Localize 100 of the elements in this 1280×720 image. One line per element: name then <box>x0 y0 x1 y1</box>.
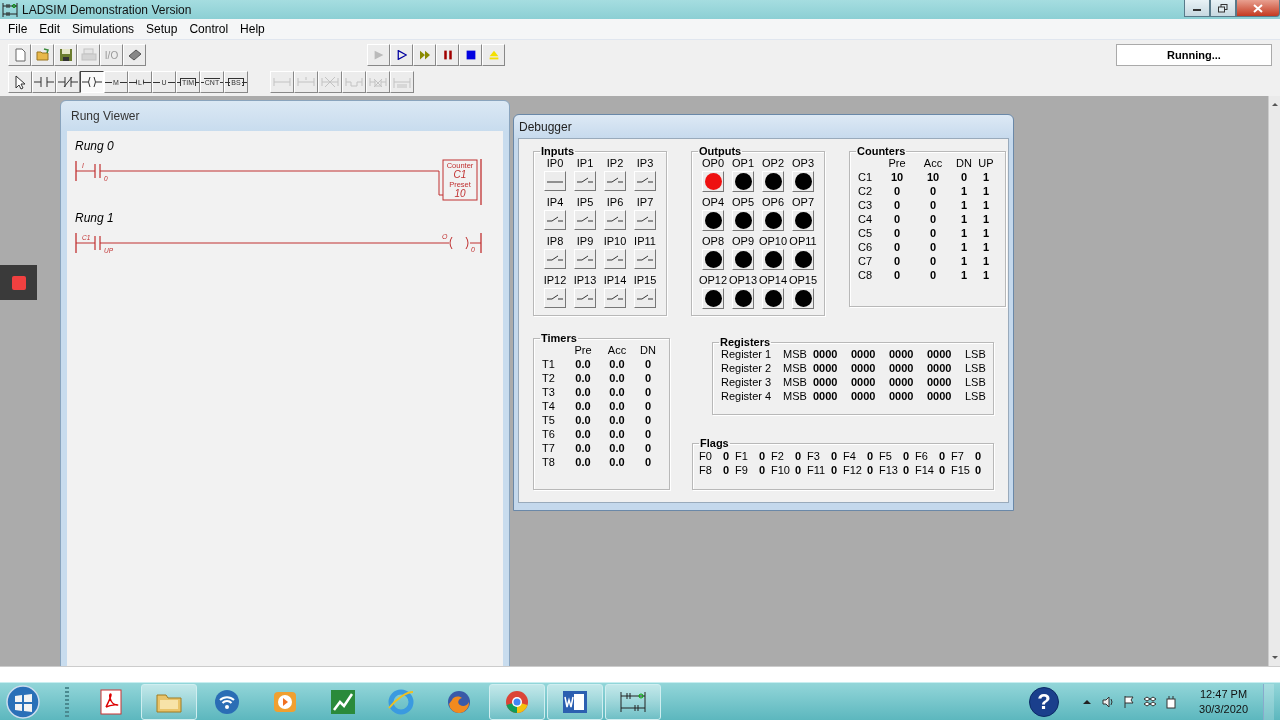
flag-label: F9 <box>735 464 749 476</box>
input-switch[interactable] <box>604 249 626 269</box>
row-label: C6 <box>857 241 874 253</box>
column-header: UP <box>978 157 994 169</box>
table-cell-text: 1 <box>981 185 991 197</box>
restore-button[interactable] <box>1210 0 1236 17</box>
table-cell-text: 0.0 <box>574 456 592 468</box>
table-cell-text: 0 <box>643 414 653 426</box>
input-switch[interactable] <box>634 171 656 191</box>
speaker-icon[interactable] <box>1101 694 1116 709</box>
input-switch[interactable] <box>574 171 596 191</box>
contact-tool-button[interactable] <box>32 71 56 93</box>
flag-value: 0 <box>795 464 803 476</box>
output-label: OP6 <box>762 196 784 209</box>
input-switch[interactable] <box>574 288 596 308</box>
input-switch[interactable] <box>634 288 656 308</box>
input-switch[interactable] <box>604 288 626 308</box>
input-switch[interactable] <box>604 171 626 191</box>
output-label: OP8 <box>702 235 724 248</box>
table-cell-text: 1 <box>959 227 969 239</box>
input-label: IP6 <box>606 196 624 209</box>
input-switch[interactable] <box>574 210 596 230</box>
flag-icon[interactable] <box>1122 694 1137 709</box>
flag-value: 0 <box>939 450 947 462</box>
output-label: OP14 <box>758 274 788 287</box>
register-value: 0000 <box>851 390 877 402</box>
input-switch[interactable] <box>604 210 626 230</box>
menu-item[interactable]: Setup <box>140 22 184 36</box>
table-cell-text: 1 <box>959 269 969 281</box>
table-cell-text: 0 <box>643 428 653 440</box>
register-value: 0000 <box>813 362 839 374</box>
taskbar-button[interactable] <box>489 683 545 720</box>
clock-time[interactable]: 12:47 PM <box>1200 686 1248 702</box>
clock-date[interactable]: 30/3/2020 <box>1199 701 1248 717</box>
contact-symbol <box>94 235 101 251</box>
table-cell-text: 0 <box>892 227 902 239</box>
switch-icon <box>606 293 624 303</box>
ladder-icon <box>2 1 18 18</box>
input-switch[interactable] <box>634 249 656 269</box>
power-plug-icon[interactable] <box>1164 694 1179 709</box>
input-switch[interactable] <box>544 288 566 308</box>
output-label: OP10 <box>758 235 788 248</box>
group-title: Outputs <box>698 145 743 157</box>
row-label: C4 <box>857 213 874 225</box>
register-value: 0000 <box>927 390 953 402</box>
taskbar-button[interactable] <box>605 683 661 720</box>
table-cell-text: 0 <box>928 199 938 211</box>
input-label: IP2 <box>606 157 624 170</box>
close-button[interactable] <box>1236 0 1280 17</box>
flag-label: F1 <box>735 450 749 462</box>
flag-value: 0 <box>759 464 767 476</box>
close-icon <box>1253 3 1263 13</box>
pointer-tool-button[interactable] <box>8 71 32 93</box>
menu-item[interactable]: Simulations <box>66 22 141 36</box>
book-button[interactable] <box>123 44 146 66</box>
column-header: Acc <box>922 157 944 169</box>
menu-item[interactable]: Help <box>234 22 271 36</box>
new-file-button[interactable] <box>8 44 31 66</box>
input-switch[interactable] <box>544 171 566 191</box>
register-value: 0000 <box>927 348 953 360</box>
output-label: OP0 <box>702 157 724 170</box>
contact-icon <box>34 74 54 90</box>
switch-icon <box>546 254 564 264</box>
coil-tool-button[interactable] <box>80 71 104 93</box>
stop-button[interactable] <box>459 44 482 66</box>
save-button[interactable] <box>54 44 77 66</box>
column-header: Acc <box>606 344 628 356</box>
step-button[interactable] <box>390 44 413 66</box>
minimize-button[interactable] <box>1184 0 1210 17</box>
start-icon[interactable] <box>5 683 41 720</box>
scrollbar[interactable] <box>1268 96 1280 666</box>
nc-contact-tool-button[interactable] <box>56 71 80 93</box>
msb-label: MSB <box>783 376 808 388</box>
table-cell-text: 0 <box>892 199 902 211</box>
menu-item[interactable]: File <box>2 22 34 36</box>
row-label: C1 <box>857 171 874 183</box>
box-icon[interactable] <box>1143 694 1158 709</box>
table-cell-text: 0.0 <box>608 400 626 412</box>
menu-item[interactable]: Edit <box>33 22 67 36</box>
table-cell-text: 0 <box>892 213 902 225</box>
row-label: Register 3 <box>721 376 773 388</box>
pause-button[interactable] <box>436 44 459 66</box>
row-label: T6 <box>541 428 556 440</box>
taskbar-button[interactable] <box>547 683 603 720</box>
group-title: Timers <box>540 332 578 344</box>
flag-value: 0 <box>795 450 803 462</box>
help-button[interactable]: ? <box>1029 686 1060 717</box>
msb-label: MSB <box>783 390 808 402</box>
output-label: OP12 <box>698 274 728 287</box>
menu-item[interactable]: Control <box>183 22 235 36</box>
input-switch[interactable] <box>544 249 566 269</box>
pdf-icon <box>97 687 125 716</box>
input-switch[interactable] <box>574 249 596 269</box>
fast-forward-button[interactable] <box>413 44 436 66</box>
stop-icon <box>11 275 26 290</box>
input-switch[interactable] <box>544 210 566 230</box>
table-cell-text: 0 <box>928 269 938 281</box>
table-cell-text: 0.0 <box>574 372 592 384</box>
input-switch[interactable] <box>634 210 656 230</box>
table-cell-text: 0 <box>643 358 653 370</box>
